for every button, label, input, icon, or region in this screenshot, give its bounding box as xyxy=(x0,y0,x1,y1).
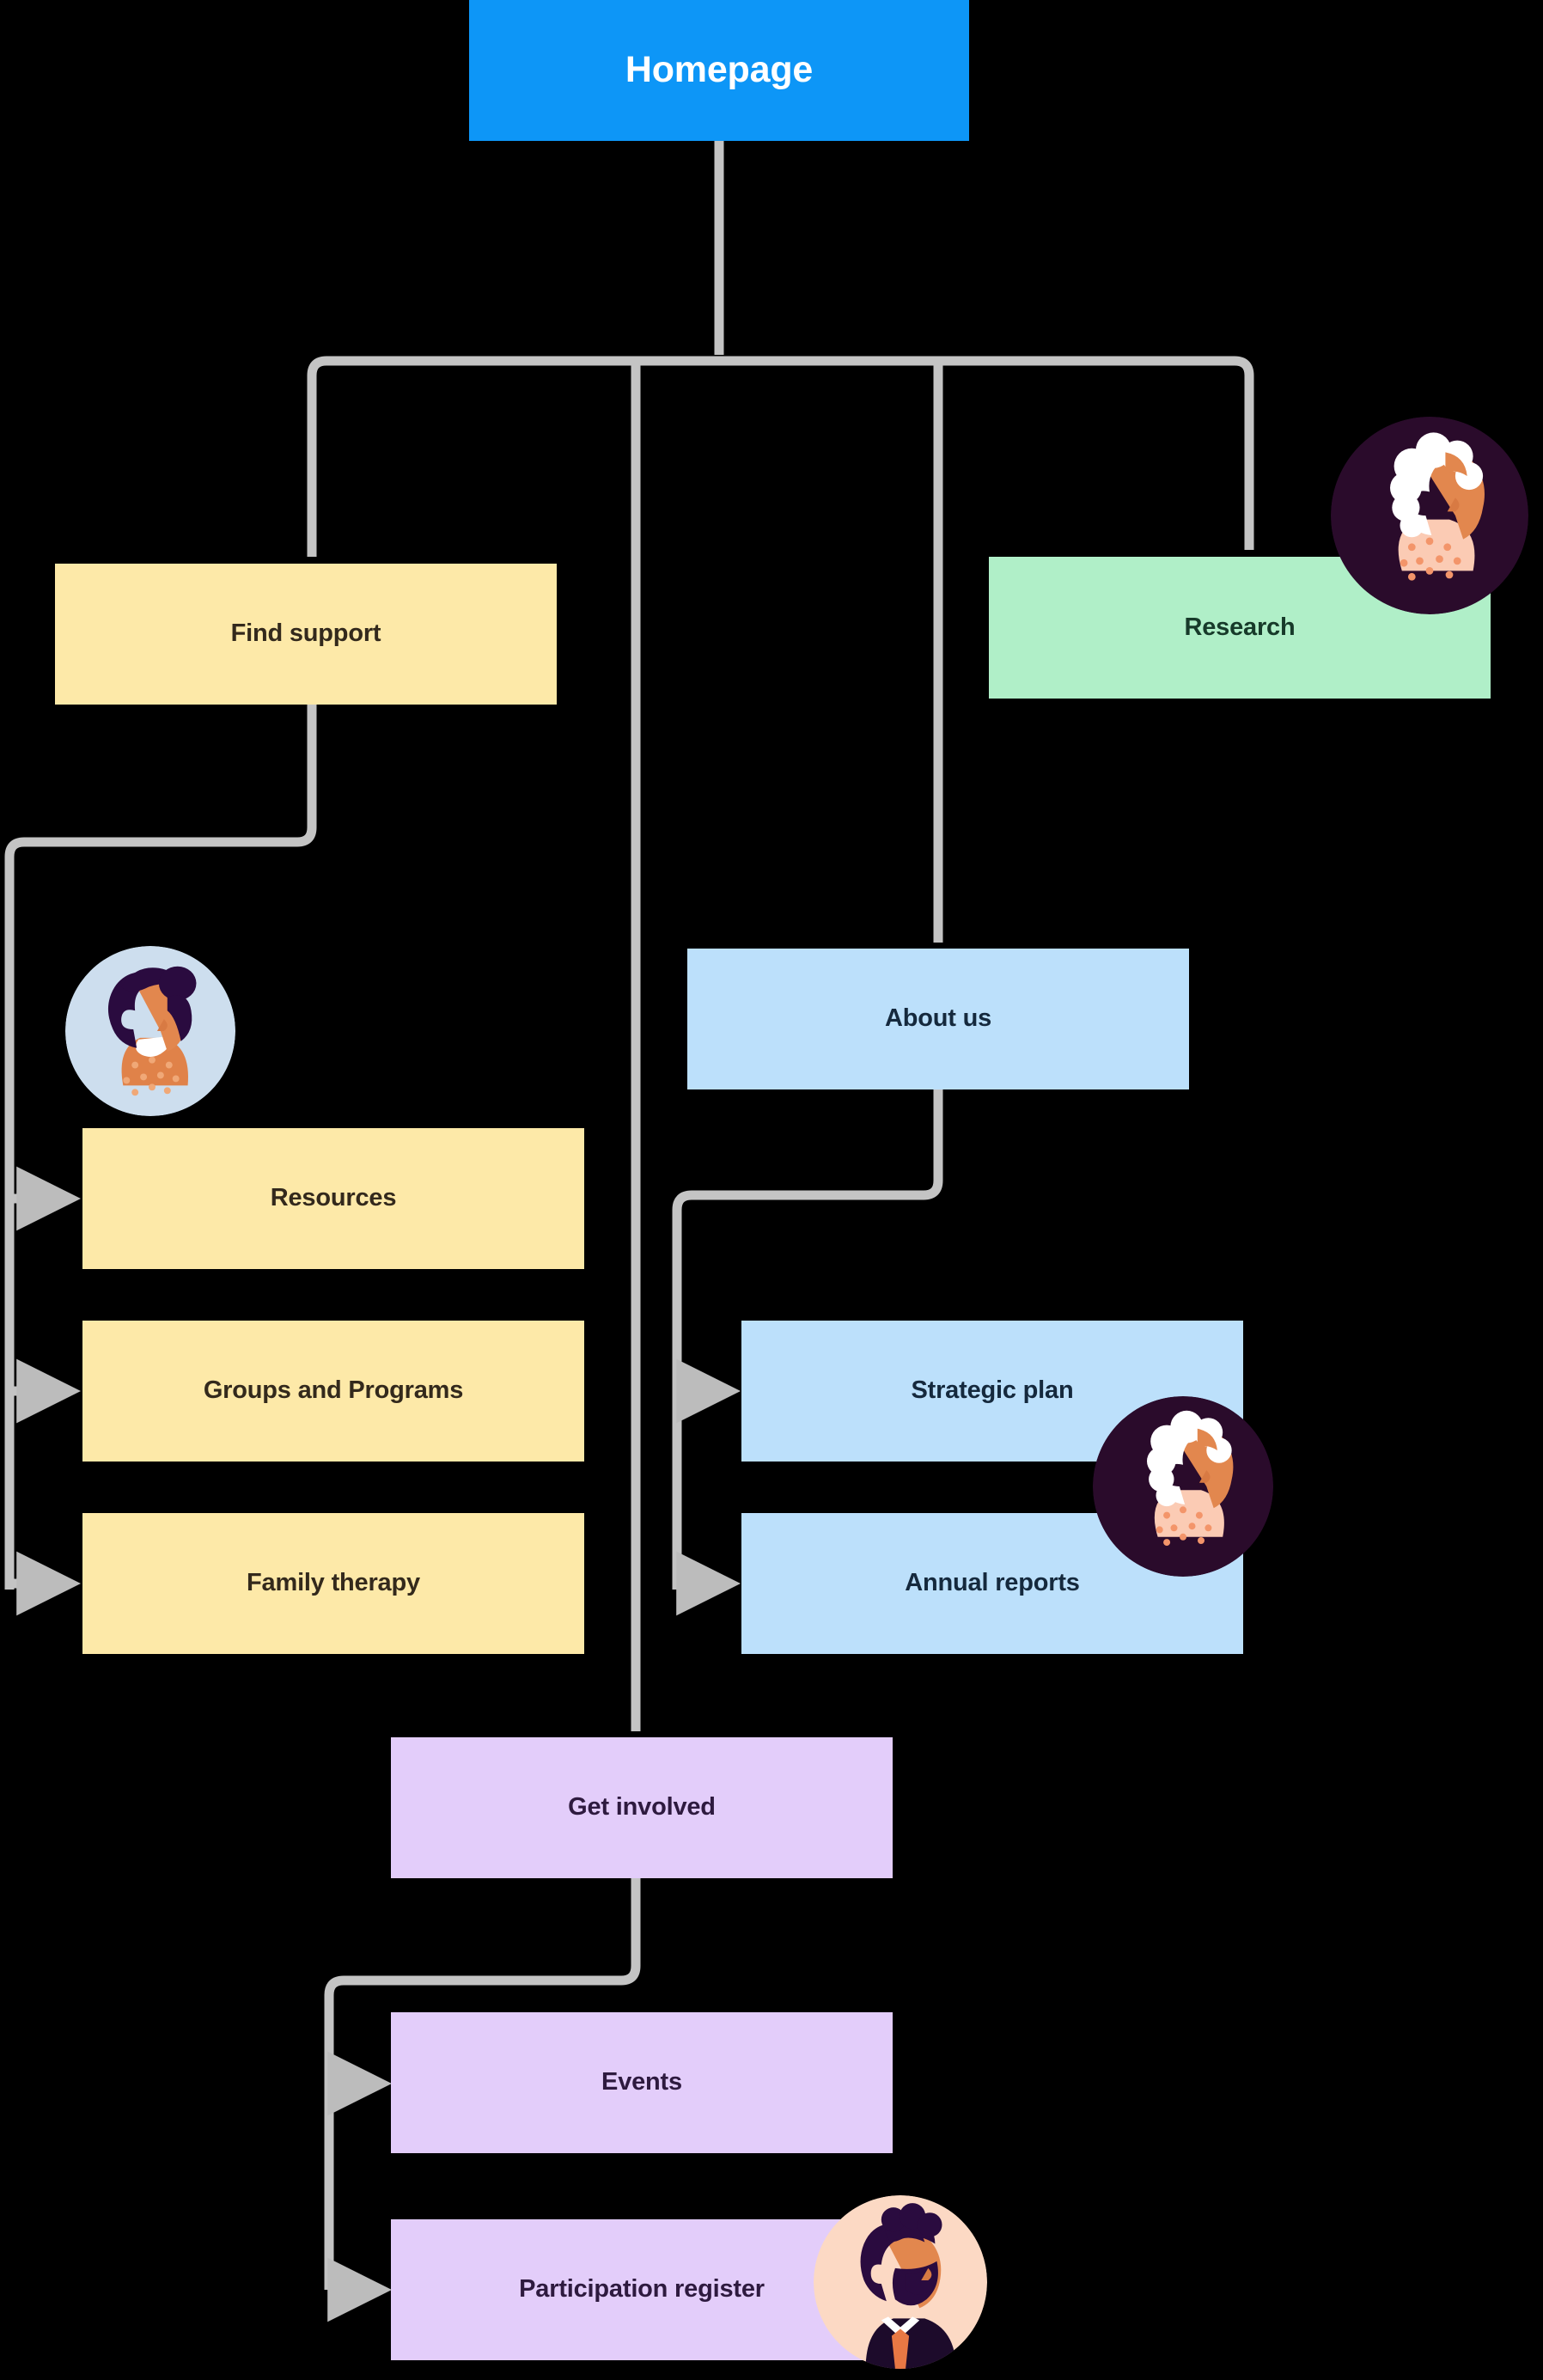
node-about-us-label: About us xyxy=(884,1004,992,1033)
bearded-man-suit-avatar xyxy=(814,2195,987,2369)
white-curly-hair-woman-avatar xyxy=(1331,417,1528,614)
node-about-us[interactable]: About us xyxy=(687,949,1189,1089)
node-find-support-label: Find support xyxy=(230,619,381,648)
edge-homepage-bus-right xyxy=(719,356,1254,550)
node-events-label: Events xyxy=(601,2068,682,2096)
node-family-therapy-label: Family therapy xyxy=(247,1569,420,1597)
edge-homepage-bus-left xyxy=(307,356,719,557)
node-participation-register-label: Participation register xyxy=(519,2275,765,2304)
node-homepage[interactable]: Homepage xyxy=(469,0,969,141)
sitemap-canvas: Homepage Find support Research About us … xyxy=(0,0,1543,2380)
node-resources[interactable]: Resources xyxy=(82,1128,584,1269)
node-find-support[interactable]: Find support xyxy=(55,564,557,705)
dark-bun-hair-woman-avatar xyxy=(65,946,235,1116)
node-get-involved-label: Get involved xyxy=(568,1793,716,1822)
node-research-label: Research xyxy=(1184,613,1296,641)
node-strategic-plan-label: Strategic plan xyxy=(911,1376,1074,1405)
node-resources-label: Resources xyxy=(270,1184,397,1212)
white-curly-hair-woman-avatar-2 xyxy=(1093,1396,1273,1577)
node-homepage-label: Homepage xyxy=(625,49,814,91)
node-events[interactable]: Events xyxy=(391,2012,893,2153)
node-family-therapy[interactable]: Family therapy xyxy=(82,1513,584,1654)
node-groups-and-programs-label: Groups and Programs xyxy=(203,1376,464,1405)
node-annual-reports-label: Annual reports xyxy=(905,1569,1080,1597)
node-groups-and-programs[interactable]: Groups and Programs xyxy=(82,1321,584,1462)
node-get-involved[interactable]: Get involved xyxy=(391,1737,893,1878)
